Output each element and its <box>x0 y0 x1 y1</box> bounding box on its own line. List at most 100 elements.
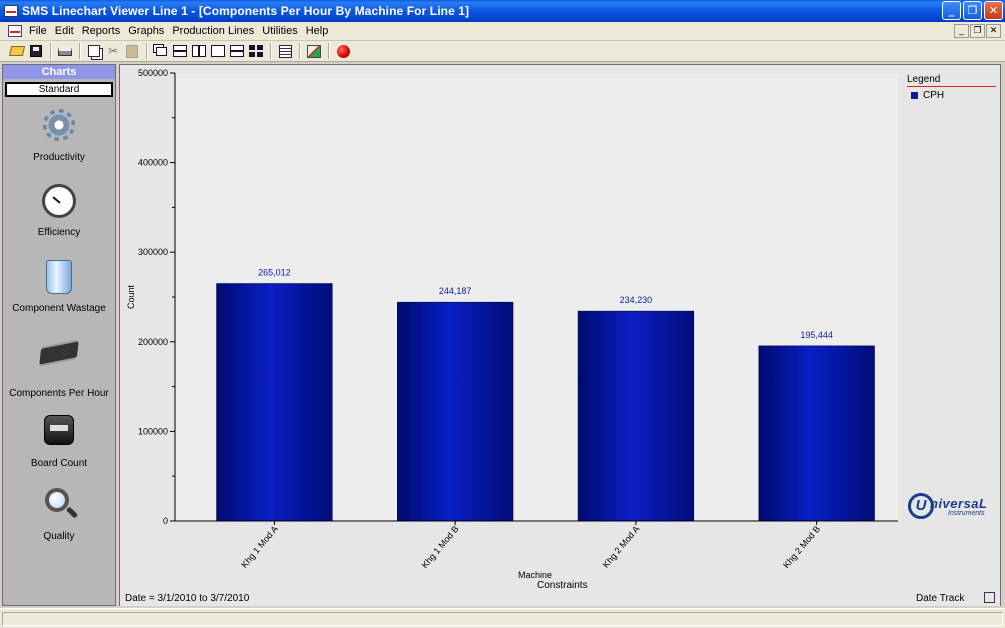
chart-panel: 0 100000 200000 300000 400000 500000 265,012 2… <box>119 64 1001 606</box>
date-track-checkbox[interactable] <box>984 592 995 603</box>
grid-windows-button[interactable] <box>247 42 265 60</box>
sidebar-item-productivity[interactable]: Productivity <box>3 105 115 163</box>
cascade-windows-icon <box>155 46 167 56</box>
universal-instruments-logo: U niversaL Instruments <box>906 493 1000 521</box>
menu-graphs[interactable]: Graphs <box>124 22 168 41</box>
x-axis-label: Machine <box>518 570 552 580</box>
sidebar-item-components-per-hour[interactable]: Components Per Hour <box>3 333 115 399</box>
save-button[interactable] <box>27 42 45 60</box>
y-tick-label: 100000 <box>138 426 168 436</box>
menu-bar: File Edit Reports Graphs Production Line… <box>0 22 1005 41</box>
swap-icon <box>307 44 321 58</box>
y-tick-label: 400000 <box>138 158 168 168</box>
document-menu-icon[interactable] <box>8 25 22 37</box>
copy-button[interactable] <box>85 42 103 60</box>
legend-divider <box>907 86 996 87</box>
bar <box>758 345 875 522</box>
swap-button[interactable] <box>305 42 323 60</box>
legend-swatch-cph <box>911 92 918 99</box>
bottom-strip: Constraints <box>120 580 1000 606</box>
y-tick-label: 300000 <box>138 247 168 257</box>
sidebar-item-efficiency[interactable]: Efficiency <box>3 181 115 238</box>
cascade-windows-button[interactable] <box>152 42 170 60</box>
date-range-label: Date = 3/1/2010 to 3/7/2010 <box>125 593 250 604</box>
record-icon <box>336 44 350 58</box>
tile-vertical-button[interactable] <box>190 42 208 60</box>
arrange-icons-button[interactable] <box>209 42 227 60</box>
minimize-windows-button[interactable] <box>228 42 246 60</box>
restore-button[interactable]: ❐ <box>963 1 982 20</box>
menu-help[interactable]: Help <box>302 22 333 41</box>
bar <box>216 283 333 522</box>
status-panel <box>2 612 1003 626</box>
y-axis-label: Count <box>126 285 136 310</box>
window-title: SMS Linechart Viewer Line 1 - [Component… <box>22 4 470 18</box>
window-controls: _ ❐ ✕ <box>942 1 1003 20</box>
chip-icon <box>39 341 79 365</box>
paste-button[interactable] <box>123 42 141 60</box>
legend-label-cph: CPH <box>923 90 945 101</box>
document-close-button[interactable]: ✕ <box>986 24 1001 38</box>
print-icon <box>58 46 72 56</box>
calculator-button[interactable] <box>276 42 294 60</box>
counter-icon <box>44 415 74 445</box>
x-tick-label: Khg 2 Mod B <box>781 524 822 570</box>
toolbar-separator <box>270 43 272 59</box>
menu-utilities[interactable]: Utilities <box>258 22 301 41</box>
bars: 265,012 244,187 234,230 195,444 <box>216 268 875 522</box>
sidebar-item-label: Productivity <box>33 152 85 163</box>
toolbar: ✂ <box>0 41 1005 62</box>
minimize-windows-icon <box>230 45 244 57</box>
paste-icon <box>126 44 138 58</box>
copy-icon <box>88 45 100 57</box>
sidebar-item-label: Efficiency <box>37 227 81 238</box>
gauge-icon <box>42 184 76 218</box>
tile-horizontal-button[interactable] <box>171 42 189 60</box>
toolbar-separator <box>50 43 52 59</box>
toolbar-separator <box>79 43 81 59</box>
document-restore-button[interactable]: ❐ <box>970 24 985 38</box>
minimize-button[interactable]: _ <box>942 1 961 20</box>
sidebar-item-label: Quality <box>43 531 75 542</box>
y-tick-label: 0 <box>163 516 168 526</box>
bar-chart: 0100000200000300000400000500000 265,0122… <box>126 68 898 580</box>
bar-value-label: 234,230 <box>620 295 653 305</box>
menu-production-lines[interactable]: Production Lines <box>168 22 258 41</box>
y-tick-label: 500000 <box>138 68 168 78</box>
date-track-label: Date Track <box>916 593 965 604</box>
tile-vertical-icon <box>192 45 206 57</box>
document-minimize-button[interactable]: _ <box>954 24 969 38</box>
bar-value-label: 265,012 <box>258 268 291 278</box>
logo-name: niversaL <box>930 496 988 511</box>
print-button[interactable] <box>56 42 74 60</box>
y-axis: 0 100000 200000 300000 400000 500000 <box>138 68 176 526</box>
bar-value-label: 195,444 <box>800 330 833 340</box>
grid-windows-icon <box>249 45 263 57</box>
tab-standard[interactable]: Standard <box>5 82 113 97</box>
cut-icon: ✂ <box>107 44 119 58</box>
toolbar-separator <box>328 43 330 59</box>
menu-reports[interactable]: Reports <box>78 22 125 41</box>
close-button[interactable]: ✕ <box>984 1 1003 20</box>
open-icon <box>8 46 26 56</box>
recycle-bin-icon <box>46 260 72 294</box>
x-tick-label: Khg 1 Mod A <box>239 524 280 570</box>
toolbar-separator <box>146 43 148 59</box>
menu-file[interactable]: File <box>25 22 51 41</box>
sidebar-item-quality[interactable]: Quality <box>3 485 115 542</box>
tile-horizontal-icon <box>173 45 187 57</box>
sidebar-item-board-count[interactable]: Board Count <box>3 409 115 469</box>
x-tick-label: Khg 1 Mod B <box>420 524 461 570</box>
sidebar-header: Charts <box>3 65 115 79</box>
x-tick-label: Khg 2 Mod A <box>601 524 642 570</box>
legend-title: Legend <box>907 74 941 85</box>
save-icon <box>30 45 42 57</box>
cut-button[interactable]: ✂ <box>104 42 122 60</box>
sidebar-item-component-wastage[interactable]: Component Wastage <box>3 257 115 314</box>
magnifier-icon <box>45 488 69 512</box>
bar-value-label: 244,187 <box>439 286 472 296</box>
menu-edit[interactable]: Edit <box>51 22 78 41</box>
record-button[interactable] <box>334 42 352 60</box>
app-icon <box>4 5 18 17</box>
open-button[interactable] <box>8 42 26 60</box>
